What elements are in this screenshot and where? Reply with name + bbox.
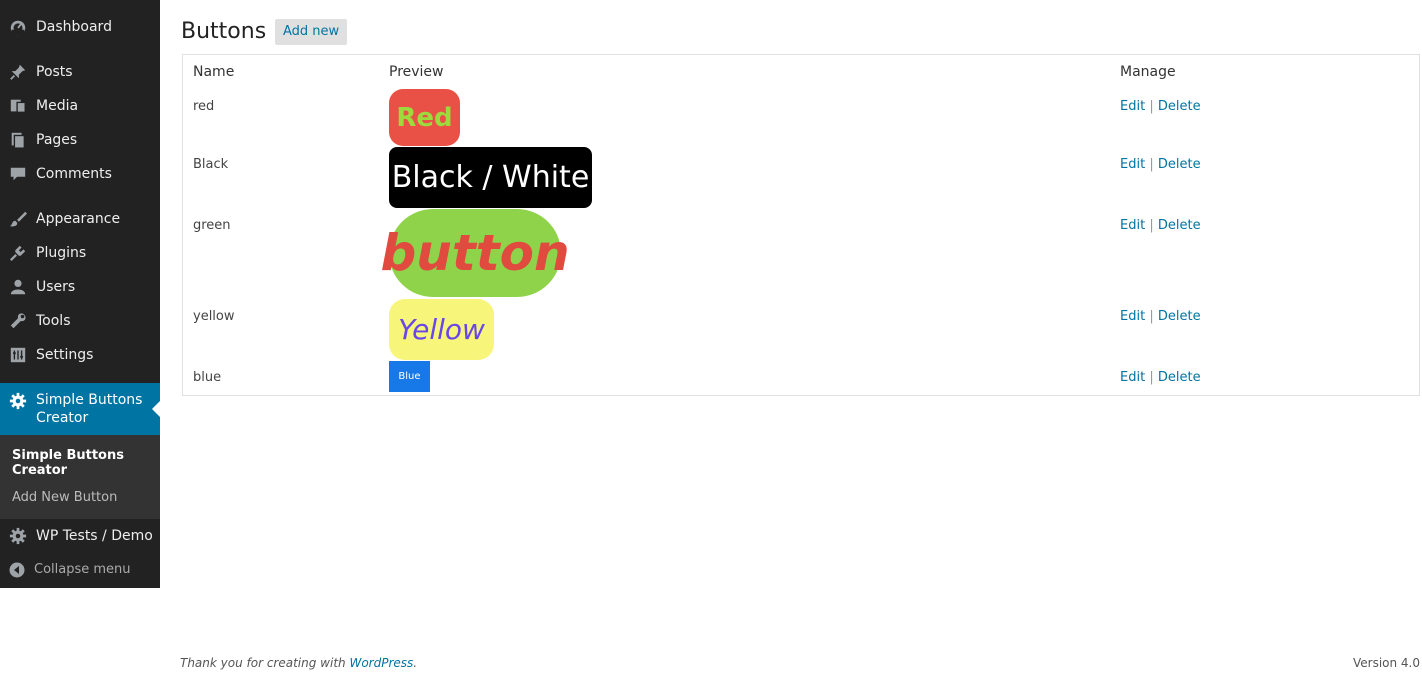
gear-icon	[8, 526, 28, 546]
row-name: red	[193, 99, 215, 114]
menu-item-wp-tests-demo[interactable]: WP Tests / Demo	[0, 526, 160, 546]
collapse-menu-button[interactable]: Collapse menu	[0, 558, 160, 582]
menu-label: Simple Buttons Creator	[36, 392, 143, 426]
delete-link[interactable]: Delete	[1158, 370, 1201, 385]
menu-label: Users	[36, 279, 76, 295]
menu-item-settings[interactable]: Settings	[0, 345, 160, 365]
column-header-manage: Manage	[1120, 64, 1176, 80]
user-icon	[8, 277, 28, 297]
menu-item-appearance[interactable]: Appearance	[0, 209, 160, 229]
separator: |	[1149, 99, 1154, 114]
dashboard-icon	[8, 17, 28, 37]
menu-item-dashboard[interactable]: Dashboard	[0, 17, 160, 37]
admin-menu: Dashboard Posts Media Pages Comments App…	[0, 0, 160, 588]
menu-item-users[interactable]: Users	[0, 277, 160, 297]
edit-link[interactable]: Edit	[1120, 370, 1145, 385]
menu-label: Plugins	[36, 245, 87, 261]
add-new-button[interactable]: Add new	[275, 19, 348, 45]
preview-button-black[interactable]: Black / White	[389, 147, 592, 208]
row-name: yellow	[193, 309, 235, 324]
menu-label: Comments	[36, 166, 112, 182]
delete-link[interactable]: Delete	[1158, 157, 1201, 172]
menu-label: Media	[36, 98, 79, 114]
submenu-item-simple-buttons-creator[interactable]: Simple Buttons Creator	[12, 448, 142, 478]
row-name: green	[193, 218, 231, 233]
menu-item-posts[interactable]: Posts	[0, 62, 160, 82]
preview-button-yellow[interactable]: Yellow	[389, 299, 494, 360]
footer-version: Version 4.0	[1352, 656, 1420, 670]
edit-link[interactable]: Edit	[1120, 218, 1145, 233]
comment-icon	[8, 164, 28, 184]
manage-actions: Edit | Delete	[1120, 99, 1201, 114]
menu-item-plugins[interactable]: Plugins	[0, 243, 160, 263]
delete-link[interactable]: Delete	[1158, 309, 1201, 324]
preview-button-blue[interactable]: Blue	[389, 361, 430, 392]
collapse-menu-label: Collapse menu	[34, 562, 131, 577]
menu-item-comments[interactable]: Comments	[0, 164, 160, 184]
submenu-item-add-new-button[interactable]: Add New Button	[12, 490, 117, 505]
menu-label: Posts	[36, 64, 73, 80]
menu-label: Tools	[36, 313, 71, 329]
plug-icon	[8, 243, 28, 263]
edit-link[interactable]: Edit	[1120, 309, 1145, 324]
menu-item-media[interactable]: Media	[0, 96, 160, 116]
current-indicator	[152, 401, 160, 417]
menu-item-tools[interactable]: Tools	[0, 311, 160, 331]
column-header-preview: Preview	[389, 64, 444, 80]
separator: |	[1149, 309, 1154, 324]
media-icon	[8, 96, 28, 116]
wrench-icon	[8, 311, 28, 331]
column-header-name: Name	[193, 64, 235, 80]
footer-thanks: Thank you for creating with WordPress.	[180, 656, 417, 670]
edit-link[interactable]: Edit	[1120, 157, 1145, 172]
menu-label: Pages	[36, 132, 78, 148]
menu-label: WP Tests / Demo	[36, 528, 153, 544]
wordpress-link[interactable]: WordPress	[349, 656, 413, 670]
pages-icon	[8, 130, 28, 150]
delete-link[interactable]: Delete	[1158, 99, 1201, 114]
pin-icon	[8, 62, 28, 82]
gear-icon	[8, 391, 28, 411]
menu-label: Settings	[36, 347, 94, 363]
menu-item-simple-buttons-creator[interactable]: Simple Buttons Creator	[0, 383, 160, 435]
menu-label: Dashboard	[36, 19, 112, 35]
delete-link[interactable]: Delete	[1158, 218, 1201, 233]
footer-thanks-text: Thank you for creating with	[180, 656, 346, 670]
menu-item-pages[interactable]: Pages	[0, 130, 160, 150]
row-name: blue	[193, 370, 222, 385]
menu-label: Appearance	[36, 211, 121, 227]
settings-icon	[8, 345, 28, 365]
separator: |	[1149, 370, 1154, 385]
row-name: Black	[193, 157, 229, 172]
separator: |	[1149, 218, 1154, 233]
manage-actions: Edit | Delete	[1120, 370, 1201, 385]
edit-link[interactable]: Edit	[1120, 99, 1145, 114]
page-title: Buttons	[181, 19, 267, 44]
main-content: Buttons Add new Name Preview Manage red …	[160, 0, 1422, 673]
submenu: Simple Buttons Creator Add New Button	[0, 435, 160, 519]
preview-button-green[interactable]: button	[380, 209, 570, 297]
manage-actions: Edit | Delete	[1120, 218, 1201, 233]
preview-button-red[interactable]: Red	[389, 89, 460, 146]
footer-period: .	[413, 656, 418, 670]
brush-icon	[8, 209, 28, 229]
buttons-table: Name Preview Manage red Red Edit | Delet…	[182, 54, 1420, 396]
separator: |	[1149, 157, 1154, 172]
manage-actions: Edit | Delete	[1120, 309, 1201, 324]
manage-actions: Edit | Delete	[1120, 157, 1201, 172]
collapse-arrow-icon	[9, 562, 25, 578]
